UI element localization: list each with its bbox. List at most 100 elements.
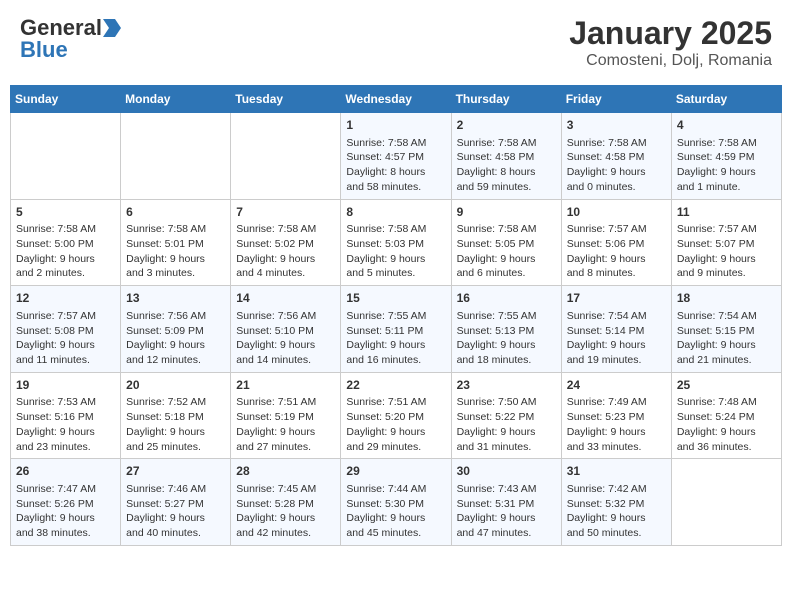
day-info-line: Daylight: 9 hours — [126, 252, 225, 267]
calendar-cell: 8Sunrise: 7:58 AMSunset: 5:03 PMDaylight… — [341, 199, 451, 286]
day-info-line: Sunset: 4:57 PM — [346, 150, 445, 165]
day-info-line: Sunrise: 7:56 AM — [236, 309, 335, 324]
day-info-line: Daylight: 9 hours — [236, 338, 335, 353]
day-info-line: Sunset: 4:58 PM — [457, 150, 556, 165]
day-info-line: Sunset: 5:24 PM — [677, 410, 776, 425]
day-info-line: and 50 minutes. — [567, 526, 666, 541]
day-number: 28 — [236, 463, 335, 480]
day-info-line: Sunrise: 7:51 AM — [236, 395, 335, 410]
day-info-line: Sunrise: 7:58 AM — [346, 136, 445, 151]
day-info-line: Sunset: 5:28 PM — [236, 497, 335, 512]
day-number: 19 — [16, 377, 115, 394]
header-cell-thursday: Thursday — [451, 86, 561, 113]
calendar-cell: 31Sunrise: 7:42 AMSunset: 5:32 PMDayligh… — [561, 459, 671, 546]
day-info-line: Daylight: 8 hours — [457, 165, 556, 180]
day-number: 30 — [457, 463, 556, 480]
day-info-line: Daylight: 9 hours — [16, 252, 115, 267]
day-number: 22 — [346, 377, 445, 394]
calendar-cell: 29Sunrise: 7:44 AMSunset: 5:30 PMDayligh… — [341, 459, 451, 546]
day-info-line: Sunrise: 7:49 AM — [567, 395, 666, 410]
week-row-2: 5Sunrise: 7:58 AMSunset: 5:00 PMDaylight… — [11, 199, 782, 286]
day-info-line: Daylight: 9 hours — [126, 425, 225, 440]
day-info-line: Daylight: 9 hours — [236, 425, 335, 440]
day-info-line: Sunrise: 7:47 AM — [16, 482, 115, 497]
day-number: 16 — [457, 290, 556, 307]
day-info-line: Sunset: 5:14 PM — [567, 324, 666, 339]
logo-arrow-icon — [103, 19, 121, 37]
calendar-cell: 22Sunrise: 7:51 AMSunset: 5:20 PMDayligh… — [341, 372, 451, 459]
day-info-line: Sunset: 5:00 PM — [16, 237, 115, 252]
day-info-line: Daylight: 9 hours — [677, 252, 776, 267]
day-number: 18 — [677, 290, 776, 307]
day-number: 15 — [346, 290, 445, 307]
day-info-line: Sunset: 5:13 PM — [457, 324, 556, 339]
calendar-body: 1Sunrise: 7:58 AMSunset: 4:57 PMDaylight… — [11, 113, 782, 546]
day-number: 8 — [346, 204, 445, 221]
day-info-line: Sunset: 5:23 PM — [567, 410, 666, 425]
calendar-cell — [671, 459, 781, 546]
day-number: 12 — [16, 290, 115, 307]
day-info-line: and 6 minutes. — [457, 266, 556, 281]
day-info-line: and 19 minutes. — [567, 353, 666, 368]
page-title: January 2025 — [569, 15, 772, 52]
calendar-cell — [11, 113, 121, 200]
day-info-line: Sunrise: 7:58 AM — [126, 222, 225, 237]
day-info-line: Daylight: 9 hours — [457, 252, 556, 267]
day-info-line: Sunrise: 7:44 AM — [346, 482, 445, 497]
week-row-3: 12Sunrise: 7:57 AMSunset: 5:08 PMDayligh… — [11, 286, 782, 373]
day-info-line: and 18 minutes. — [457, 353, 556, 368]
day-info-line: and 40 minutes. — [126, 526, 225, 541]
day-info-line: Sunrise: 7:51 AM — [346, 395, 445, 410]
day-info-line: and 3 minutes. — [126, 266, 225, 281]
day-number: 23 — [457, 377, 556, 394]
calendar-cell: 17Sunrise: 7:54 AMSunset: 5:14 PMDayligh… — [561, 286, 671, 373]
day-number: 1 — [346, 117, 445, 134]
day-number: 14 — [236, 290, 335, 307]
day-info-line: Daylight: 9 hours — [567, 511, 666, 526]
day-info-line: and 5 minutes. — [346, 266, 445, 281]
day-info-line: Sunset: 5:10 PM — [236, 324, 335, 339]
calendar-cell: 5Sunrise: 7:58 AMSunset: 5:00 PMDaylight… — [11, 199, 121, 286]
day-info-line: Daylight: 9 hours — [567, 338, 666, 353]
calendar-cell — [121, 113, 231, 200]
day-info-line: Daylight: 9 hours — [126, 511, 225, 526]
calendar-cell: 4Sunrise: 7:58 AMSunset: 4:59 PMDaylight… — [671, 113, 781, 200]
day-info-line: and 23 minutes. — [16, 440, 115, 455]
day-info-line: Daylight: 9 hours — [236, 252, 335, 267]
day-number: 4 — [677, 117, 776, 134]
header-row: SundayMondayTuesdayWednesdayThursdayFrid… — [11, 86, 782, 113]
day-info-line: and 8 minutes. — [567, 266, 666, 281]
day-info-line: Sunrise: 7:58 AM — [567, 136, 666, 151]
calendar-cell: 27Sunrise: 7:46 AMSunset: 5:27 PMDayligh… — [121, 459, 231, 546]
day-info-line: Sunset: 5:03 PM — [346, 237, 445, 252]
day-info-line: Daylight: 9 hours — [457, 425, 556, 440]
day-info-line: Sunrise: 7:58 AM — [457, 136, 556, 151]
day-info-line: Sunset: 5:16 PM — [16, 410, 115, 425]
day-info-line: Sunrise: 7:50 AM — [457, 395, 556, 410]
calendar-cell: 28Sunrise: 7:45 AMSunset: 5:28 PMDayligh… — [231, 459, 341, 546]
day-number: 3 — [567, 117, 666, 134]
day-info-line: Sunrise: 7:46 AM — [126, 482, 225, 497]
day-info-line: Sunrise: 7:42 AM — [567, 482, 666, 497]
day-info-line: Daylight: 9 hours — [346, 425, 445, 440]
calendar-cell: 20Sunrise: 7:52 AMSunset: 5:18 PMDayligh… — [121, 372, 231, 459]
day-info-line: Sunrise: 7:45 AM — [236, 482, 335, 497]
day-info-line: and 4 minutes. — [236, 266, 335, 281]
header-cell-wednesday: Wednesday — [341, 86, 451, 113]
day-info-line: Sunset: 5:01 PM — [126, 237, 225, 252]
calendar-cell: 2Sunrise: 7:58 AMSunset: 4:58 PMDaylight… — [451, 113, 561, 200]
calendar-cell: 25Sunrise: 7:48 AMSunset: 5:24 PMDayligh… — [671, 372, 781, 459]
day-info-line: and 1 minute. — [677, 180, 776, 195]
calendar-cell: 30Sunrise: 7:43 AMSunset: 5:31 PMDayligh… — [451, 459, 561, 546]
day-info-line: and 31 minutes. — [457, 440, 556, 455]
calendar-cell: 7Sunrise: 7:58 AMSunset: 5:02 PMDaylight… — [231, 199, 341, 286]
day-info-line: and 47 minutes. — [457, 526, 556, 541]
calendar-cell: 13Sunrise: 7:56 AMSunset: 5:09 PMDayligh… — [121, 286, 231, 373]
day-info-line: Sunset: 5:22 PM — [457, 410, 556, 425]
day-info-line: and 21 minutes. — [677, 353, 776, 368]
day-number: 20 — [126, 377, 225, 394]
day-number: 17 — [567, 290, 666, 307]
day-number: 13 — [126, 290, 225, 307]
day-info-line: Sunrise: 7:52 AM — [126, 395, 225, 410]
day-info-line: Sunset: 5:08 PM — [16, 324, 115, 339]
